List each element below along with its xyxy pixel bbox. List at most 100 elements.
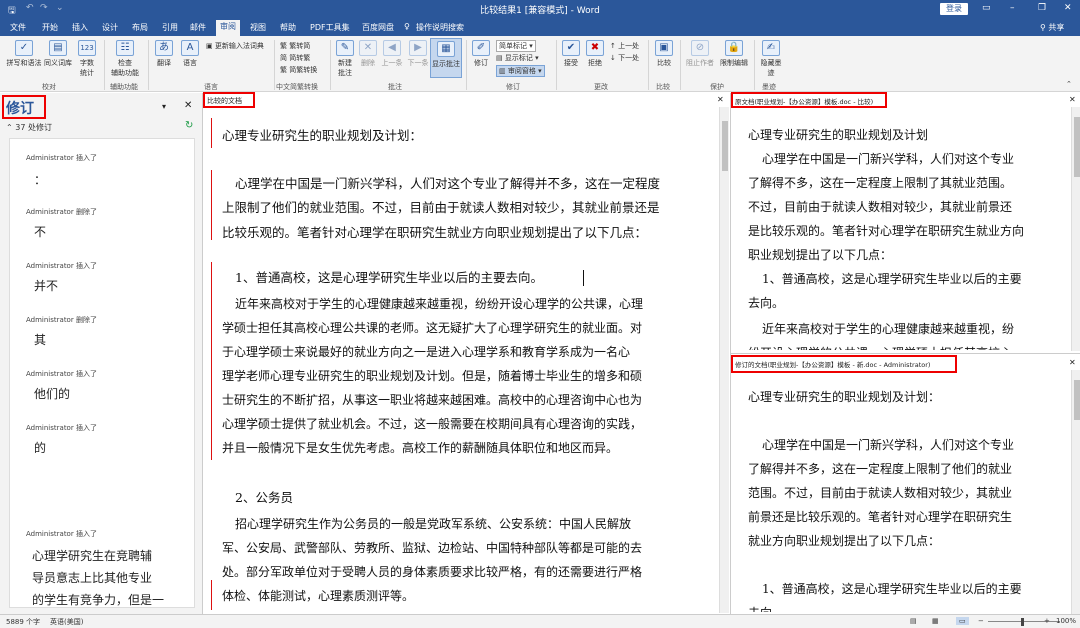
compare-button[interactable]: ▣ 比较 — [652, 40, 676, 68]
next-change-button[interactable]: ↓ 下一处 — [610, 53, 639, 63]
simp-to-trad-button[interactable]: 简 简转繁 — [280, 53, 310, 63]
delete-comment-button[interactable]: ✕ 删除 — [358, 40, 378, 68]
pane-close-icon[interactable]: ✕ — [184, 100, 192, 111]
track-changes-button[interactable]: ✐ 修订 — [470, 40, 492, 68]
prev-change-label: 上一处 — [618, 42, 640, 50]
previous-change-button[interactable]: ↑ 上一处 — [610, 41, 639, 51]
pane-options-icon[interactable]: ▾ — [162, 102, 166, 111]
next-comment-button[interactable]: ▶ 下一条 — [406, 40, 430, 68]
tab-references[interactable]: 引用 — [162, 22, 178, 33]
revision-text: 的 — [34, 441, 47, 455]
trad-label: 繁转简 — [289, 42, 311, 50]
new-comment-button[interactable]: ✎ 新建 批注 — [334, 40, 356, 78]
check-accessibility-button[interactable]: ☷ 检查 辅助功能 — [108, 40, 142, 78]
word-count-status[interactable]: 5889 个字 — [6, 617, 40, 627]
tab-insert[interactable]: 插入 — [72, 22, 88, 33]
language-button[interactable]: A 语言 — [178, 40, 202, 68]
vertical-scrollbar[interactable] — [1071, 107, 1080, 351]
language-status[interactable]: 英语(美国) — [50, 617, 83, 627]
revised-document-body[interactable]: 心理专业研究生的职业规划及计划： 心理学在中国是一门新兴学科，人们对这个专业 了… — [748, 386, 1068, 612]
revisions-pane: 修订 ▾ ✕ ⌃ 37 处修订 ↻ Administrator 插入了 ： Ad… — [0, 93, 203, 614]
tab-help[interactable]: 帮助 — [280, 22, 296, 33]
convert-icon: 繁 — [280, 42, 287, 50]
window-title: 比较结果1 [兼容模式] - Word — [480, 6, 600, 16]
pane-close-icon[interactable]: ✕ — [717, 95, 724, 104]
spelling-grammar-button[interactable]: ✓ 拼写和语法 — [4, 40, 44, 68]
tab-file[interactable]: 文件 — [10, 22, 26, 33]
revision-list[interactable]: Administrator 插入了 ： Administrator 删除了 不 … — [9, 138, 195, 608]
show-markup-button[interactable]: ▤ 显示标记 ▾ — [496, 53, 539, 63]
compare-icon: ▣ — [655, 40, 673, 56]
login-button[interactable]: 登录 — [940, 3, 968, 15]
collapse-ribbon-icon[interactable]: ⌃ — [1066, 80, 1072, 88]
group-ink: 墨迹 — [762, 83, 776, 91]
show-comments-label: 显示批注 — [432, 60, 460, 68]
tab-review[interactable]: 审阅 — [216, 20, 240, 36]
pane-close-icon[interactable]: ✕ — [1069, 95, 1076, 104]
tab-baidu-pan[interactable]: 百度网盘 — [362, 22, 394, 33]
tab-view[interactable]: 视图 — [250, 22, 266, 33]
zoom-slider-thumb[interactable] — [1021, 618, 1024, 626]
close-icon[interactable]: ✕ — [1064, 3, 1072, 13]
original-document-body[interactable]: 心理专业研究生的职业规划及计划 心理学在中国是一门新兴学科，人们对这个专业 了解… — [748, 124, 1068, 350]
web-layout-icon[interactable]: ▭ — [956, 617, 969, 625]
text-cursor — [583, 270, 584, 286]
minimize-icon[interactable]: – — [1010, 3, 1015, 13]
group-tracking: 修订 — [506, 83, 520, 91]
new-comment-label-2: 批注 — [338, 69, 352, 77]
scroll-thumb[interactable] — [722, 121, 728, 171]
reviewing-pane-button[interactable]: ▥ 审阅窗格 ▾ — [496, 65, 545, 77]
markup-select[interactable]: 简单标记 ▾ — [496, 40, 536, 52]
restrict-editing-button[interactable]: 🔒 限制编辑 — [718, 40, 750, 68]
pane-close-icon[interactable]: ✕ — [1069, 358, 1076, 367]
revision-count[interactable]: ⌃ 37 处修订 — [6, 122, 52, 133]
translate-button[interactable]: あ翻译 — [152, 40, 176, 68]
track-changes-icon: ✐ — [472, 40, 490, 56]
word-count-button[interactable]: 123 字数 统计 — [74, 40, 100, 78]
next-change-icon: ↓ — [610, 54, 616, 62]
doc-line: 前景还是比较乐观的。笔者针对心理学在职研究生 — [748, 510, 1013, 524]
vertical-scrollbar[interactable] — [1071, 370, 1080, 614]
show-comments-icon: ▦ — [437, 41, 455, 57]
tab-home[interactable]: 开始 — [42, 22, 58, 33]
original-document-label: 原文档(职业规划-【办公资源】模板.doc - 比较) — [735, 98, 874, 106]
change-bar — [211, 262, 212, 460]
tab-layout[interactable]: 布局 — [132, 22, 148, 33]
trad-to-simp-button[interactable]: 繁 繁转简 — [280, 41, 310, 51]
previous-comment-icon: ◀ — [383, 40, 401, 56]
scroll-thumb[interactable] — [1074, 380, 1080, 420]
ribbon: ✓ 拼写和语法 ▤ 同义词库 123 字数 统计 校对 ☷ 检查 辅助功能 辅助功能 あ翻译… — [0, 36, 1080, 92]
vertical-scrollbar[interactable] — [719, 107, 729, 613]
doc-line: 心理学在中国是一门新兴学科，人们对这个专业了解得并不多，这在一定程度 — [235, 176, 661, 191]
hide-ink-button[interactable]: ✍ 隐藏墨迹 — [758, 40, 784, 78]
track-label: 修订 — [474, 59, 488, 67]
previous-comment-button[interactable]: ◀ 上一条 — [380, 40, 404, 68]
tab-mailings[interactable]: 邮件 — [190, 22, 206, 33]
group-protect: 保护 — [710, 83, 724, 91]
thesaurus-button[interactable]: ▤ 同义词库 — [42, 40, 74, 68]
refresh-icon[interactable]: ↻ — [185, 120, 193, 131]
tab-design[interactable]: 设计 — [102, 22, 118, 33]
update-ime-dictionary-button[interactable]: ▣ 更新输入法词典 — [206, 41, 264, 51]
group-comments: 批注 — [388, 83, 402, 91]
tell-me-search[interactable]: 操作说明搜索 — [416, 22, 464, 33]
share-button[interactable]: ⚲ 共享 — [1040, 22, 1064, 33]
zoom-in-icon[interactable]: + — [1044, 617, 1050, 625]
restore-icon[interactable]: ❐ — [1038, 3, 1046, 13]
thesaurus-icon: ▤ — [49, 40, 67, 56]
show-comments-button[interactable]: ▦ 显示批注 — [430, 38, 462, 78]
scroll-thumb[interactable] — [1074, 117, 1080, 177]
group-proofing: 校对 — [42, 83, 56, 91]
zoom-level[interactable]: 100% — [1056, 617, 1076, 625]
block-authors-button[interactable]: ⊘ 阻止作者 — [684, 40, 716, 68]
read-mode-icon[interactable]: ▤ — [910, 617, 917, 625]
previous-change-icon: ↑ — [610, 42, 616, 50]
chinese-conversion-button[interactable]: 繁 简繁转换 — [280, 65, 317, 75]
revision-author: Administrator 插入了 — [26, 262, 97, 270]
ribbon-display-icon[interactable]: ▭ — [982, 3, 991, 13]
print-layout-icon[interactable]: ▦ — [932, 617, 939, 625]
reject-button[interactable]: ✖ 拒绝 — [584, 40, 606, 68]
accept-button[interactable]: ✔ 接受 — [560, 40, 582, 68]
tab-pdf-tools[interactable]: PDF工具集 — [310, 22, 350, 33]
zoom-out-icon[interactable]: − — [978, 617, 984, 625]
